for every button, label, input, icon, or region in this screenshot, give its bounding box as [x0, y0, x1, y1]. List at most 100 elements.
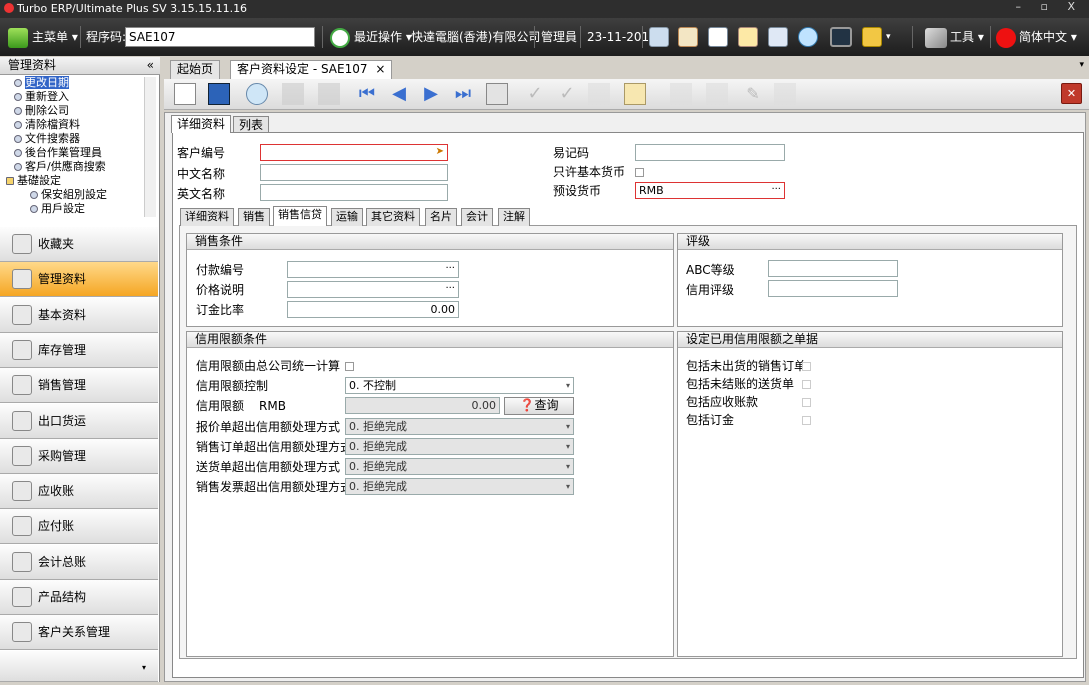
- approve-icon[interactable]: ✓: [524, 83, 546, 105]
- save-icon[interactable]: [208, 83, 230, 105]
- lookup-icon[interactable]: ➤: [436, 145, 444, 158]
- language-button[interactable]: 简体中文 ▾: [996, 18, 1077, 56]
- unapprove-icon[interactable]: ✓: [556, 83, 578, 105]
- english-name-input[interactable]: [260, 184, 448, 201]
- window-controls[interactable]: – ▫ X: [1016, 0, 1083, 13]
- inner-tab[interactable]: 运输: [331, 208, 363, 226]
- tree-item[interactable]: 更改日期: [0, 76, 158, 90]
- price-desc-input[interactable]: ···: [287, 281, 459, 298]
- home-icon[interactable]: [678, 27, 698, 47]
- next-record-icon[interactable]: ▶: [420, 83, 442, 105]
- price-lookup-icon[interactable]: ···: [445, 282, 455, 295]
- nav-button[interactable]: 销售管理: [0, 368, 158, 404]
- credit-rating-input[interactable]: [768, 280, 898, 297]
- refresh-record-icon[interactable]: [246, 83, 268, 105]
- subtab-detail[interactable]: 详细资料: [171, 115, 232, 133]
- nav-button[interactable]: 应收账: [0, 474, 158, 510]
- chart-dropdown[interactable]: ▾: [886, 18, 891, 56]
- new-record-icon[interactable]: [174, 83, 196, 105]
- nav-button[interactable]: 管理资料: [0, 262, 158, 298]
- refresh-icon[interactable]: [798, 27, 818, 47]
- close-form-button[interactable]: ✕: [1061, 83, 1082, 104]
- applied-doc-checkbox[interactable]: [802, 380, 811, 389]
- abc-grade-input[interactable]: [768, 260, 898, 277]
- nav-button[interactable]: 客户关系管理: [0, 615, 158, 651]
- nav-button[interactable]: 产品结构: [0, 580, 158, 615]
- filter-icon[interactable]: [486, 83, 508, 105]
- paste-icon[interactable]: [774, 83, 796, 105]
- tree-item[interactable]: 用戶設定: [0, 202, 158, 216]
- wizard-icon[interactable]: [624, 83, 646, 105]
- tree-item[interactable]: 後台作業管理員: [0, 146, 158, 160]
- tree-item[interactable]: 文件搜索器: [0, 132, 158, 146]
- payment-lookup-icon[interactable]: ···: [445, 262, 455, 275]
- recent-ops-button[interactable]: 最近操作 ▾: [330, 18, 412, 56]
- overlimit-handling-select[interactable]: 0. 拒绝完成 ▾: [345, 458, 574, 475]
- tree-item[interactable]: 基礎設定: [0, 174, 158, 188]
- copy-icon[interactable]: [670, 83, 692, 105]
- easy-code-input[interactable]: [635, 144, 785, 161]
- nav-button[interactable]: 出口货运: [0, 403, 158, 439]
- tree-item[interactable]: 清除檔資料: [0, 118, 158, 132]
- payment-code-input[interactable]: ···: [287, 261, 459, 278]
- main-menu-button[interactable]: 主菜单 ▾: [8, 18, 78, 56]
- program-code-input[interactable]: SAE107: [125, 27, 315, 47]
- inner-tab[interactable]: 注解: [498, 208, 530, 226]
- tab-customer-settings[interactable]: 客户资料设定 - SAE107 ×: [230, 60, 393, 79]
- default-currency-input[interactable]: RMB ···: [635, 182, 785, 199]
- nav-button[interactable]: 库存管理: [0, 332, 158, 368]
- currency-lookup-icon[interactable]: ···: [771, 183, 781, 196]
- previous-record-icon[interactable]: ◀: [388, 83, 410, 105]
- print-preview-icon[interactable]: [706, 83, 728, 105]
- credit-control-select[interactable]: 0. 不控制 ▾: [345, 377, 574, 394]
- overlimit-handling-label: 销售订单超出信用额处理方式: [196, 440, 353, 454]
- nav-button[interactable]: 采购管理: [0, 438, 158, 474]
- search-icon[interactable]: [649, 27, 669, 47]
- inner-tab[interactable]: 名片: [425, 208, 457, 226]
- tree-item[interactable]: 客戶/供應商搜索: [0, 160, 158, 174]
- tab-home[interactable]: 起始页: [170, 60, 221, 79]
- collapse-icon[interactable]: «: [147, 57, 154, 74]
- lock-icon[interactable]: [588, 83, 610, 105]
- nav-button[interactable]: 会计总账: [0, 544, 158, 580]
- chinese-name-input[interactable]: [260, 164, 448, 181]
- tools-button[interactable]: 工具 ▾: [925, 18, 984, 56]
- tree-scrollbar[interactable]: [144, 77, 156, 217]
- attach-icon[interactable]: ✎: [742, 83, 764, 105]
- overlimit-handling-select[interactable]: 0. 拒绝完成 ▾: [345, 478, 574, 495]
- inner-tab[interactable]: 销售信贷: [273, 206, 327, 226]
- nav-more-button[interactable]: ▾: [0, 651, 158, 682]
- nav-button[interactable]: 收藏夹: [0, 227, 158, 262]
- chart-icon[interactable]: [862, 27, 882, 47]
- report-icon[interactable]: [768, 27, 788, 47]
- inner-tab[interactable]: 会计: [461, 208, 493, 226]
- tree-item[interactable]: 刪除公司: [0, 104, 158, 118]
- last-record-icon[interactable]: ⏭: [452, 83, 474, 105]
- edit-icon[interactable]: [282, 83, 304, 105]
- tree-item[interactable]: 重新登入: [0, 90, 158, 104]
- customer-code-input[interactable]: ➤: [260, 144, 448, 161]
- deposit-rate-input[interactable]: 0.00: [287, 301, 459, 318]
- inner-tab[interactable]: 详细资料: [180, 208, 234, 226]
- credit-limit-input[interactable]: 0.00: [345, 397, 500, 414]
- first-record-icon[interactable]: ⏮: [356, 83, 378, 105]
- tree-item[interactable]: 保安組別設定: [0, 188, 158, 202]
- inner-tab[interactable]: 销售: [238, 208, 270, 226]
- applied-doc-checkbox[interactable]: [802, 416, 811, 425]
- close-tab-icon[interactable]: ×: [375, 62, 385, 76]
- list-icon[interactable]: [708, 27, 728, 47]
- tabs-menu-icon[interactable]: ▾: [1079, 60, 1084, 70]
- query-button[interactable]: ❓查询: [504, 397, 574, 415]
- base-currency-only-checkbox[interactable]: [635, 168, 644, 177]
- inner-tab[interactable]: 其它资料: [366, 208, 420, 226]
- tree-icon[interactable]: [738, 27, 758, 47]
- overlimit-handling-select[interactable]: 0. 拒绝完成 ▾: [345, 438, 574, 455]
- hq-calc-checkbox[interactable]: [345, 362, 354, 371]
- delete-icon[interactable]: [318, 83, 340, 105]
- monitor-icon[interactable]: [830, 27, 852, 47]
- applied-doc-checkbox[interactable]: [802, 362, 811, 371]
- nav-button[interactable]: 基本资料: [0, 297, 158, 333]
- overlimit-handling-select[interactable]: 0. 拒绝完成 ▾: [345, 418, 574, 435]
- applied-doc-checkbox[interactable]: [802, 398, 811, 407]
- nav-button[interactable]: 应付账: [0, 509, 158, 545]
